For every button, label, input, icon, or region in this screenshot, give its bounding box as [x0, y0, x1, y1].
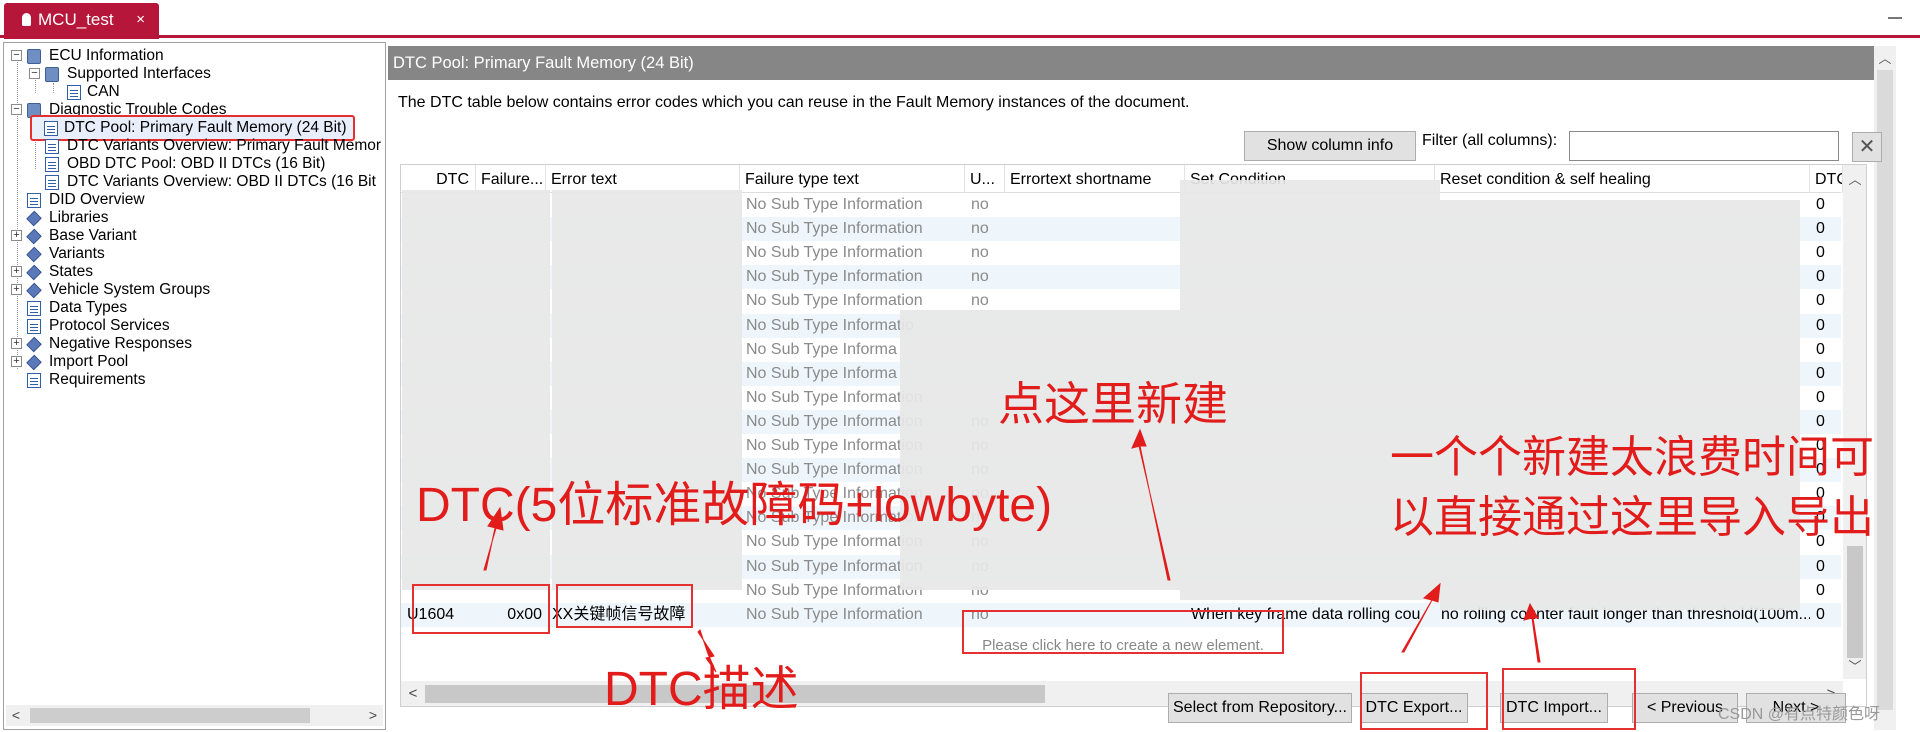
arrow-to-dtc-code [483, 506, 504, 571]
watermark: CSDN @有点特颜色呀 [1718, 706, 1881, 723]
arrow-to-dtc-export [1401, 582, 1441, 653]
arrow-to-dtc-import [1523, 602, 1541, 663]
arrow-to-dtc-desc [697, 629, 717, 673]
arrow-to-new-element [1131, 428, 1171, 581]
annotation-arrows [483, 428, 1541, 673]
